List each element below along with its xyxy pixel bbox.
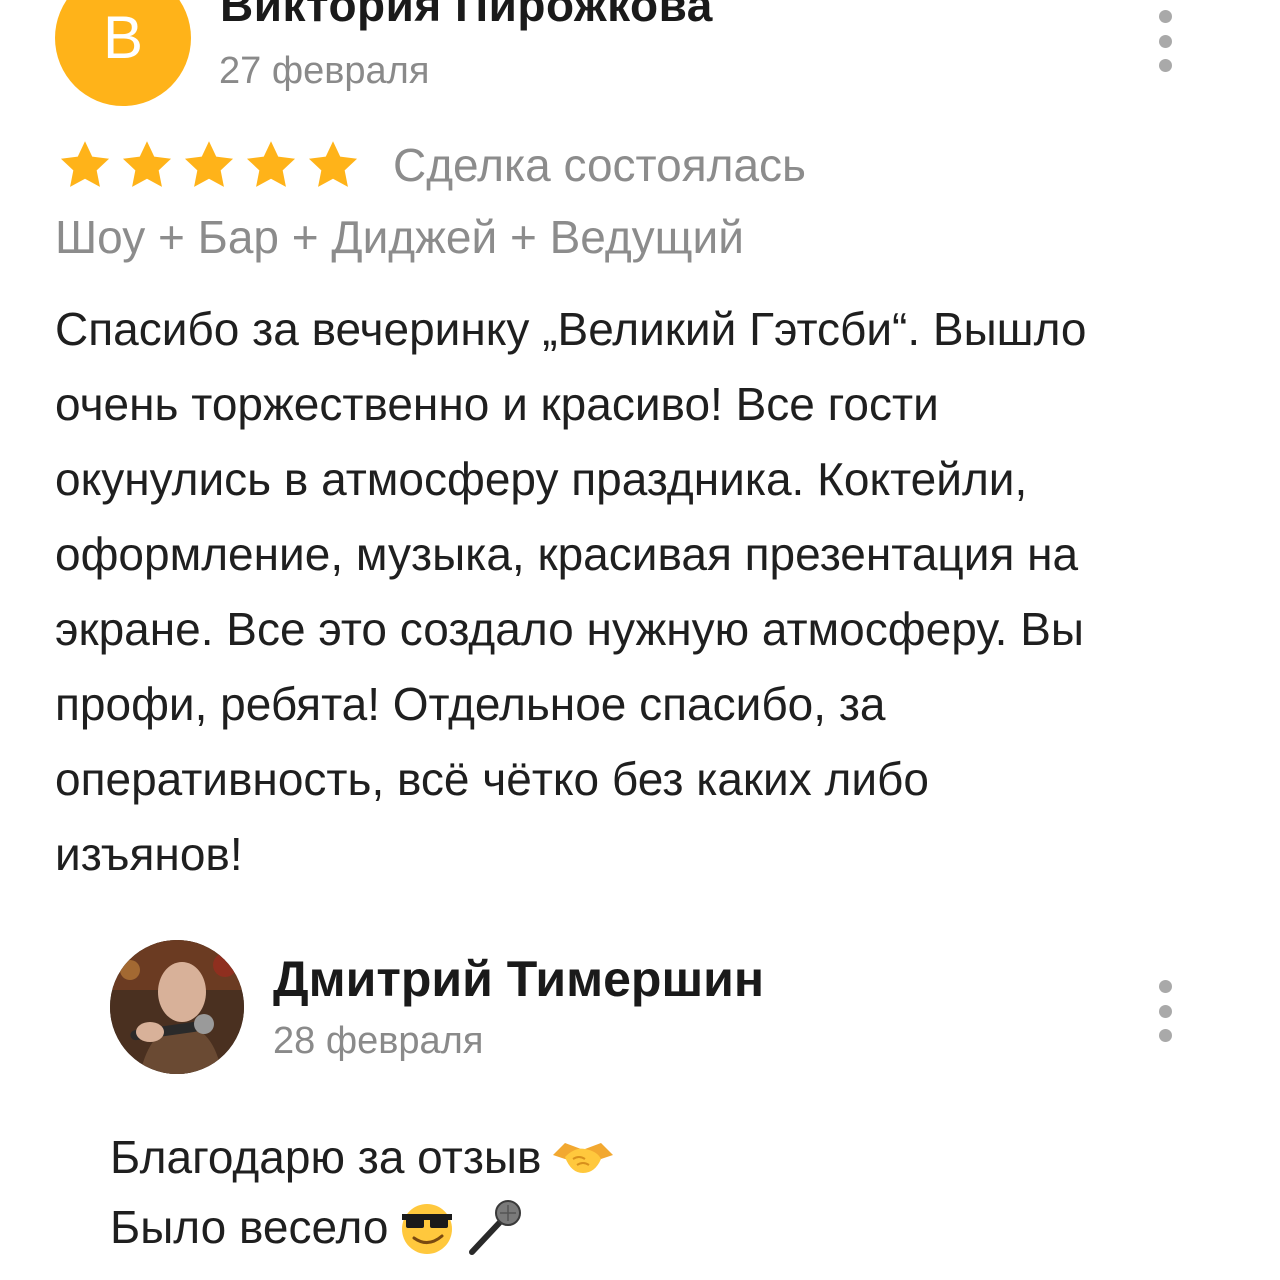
- deal-status: Сделка состоялась: [393, 139, 806, 191]
- reply-line-text: Благодарю за отзыв: [110, 1131, 542, 1183]
- rating-stars: [57, 137, 367, 193]
- star-icon: [57, 137, 117, 193]
- reply-author-name[interactable]: Дмитрий Тимершин: [273, 950, 764, 1008]
- reply-line-text: Было весело: [110, 1201, 389, 1253]
- service-description: Шоу + Бар + Диджей + Ведущий: [55, 211, 744, 263]
- author-name[interactable]: Виктория Пирожкова: [220, 0, 713, 32]
- more-options-icon[interactable]: [1145, 6, 1185, 76]
- rating-row: Сделка состоялась: [57, 135, 806, 195]
- sunglasses-smile-emoji-icon: [398, 1198, 456, 1256]
- star-icon: [181, 137, 241, 193]
- avatar-photo: [110, 940, 244, 1074]
- handshake-emoji-icon: [551, 1133, 615, 1181]
- reply-text: Благодарю за отзыв Было весело: [110, 1122, 615, 1262]
- review-text: Спасибо за вечеринку „Великий Гэтсби“. В…: [55, 303, 1087, 880]
- star-icon: [243, 137, 303, 193]
- star-icon: [305, 137, 365, 193]
- reply-line: Было весело: [110, 1192, 615, 1262]
- microphone-emoji-icon: [466, 1198, 524, 1256]
- reply-line: Благодарю за отзыв: [110, 1122, 615, 1192]
- reply-date: 28 февраля: [273, 1020, 484, 1062]
- reply-author-avatar[interactable]: [110, 940, 244, 1074]
- more-options-icon[interactable]: [1145, 976, 1185, 1046]
- star-icon: [119, 137, 179, 193]
- author-avatar[interactable]: В: [55, 0, 191, 106]
- review-date: 27 февраля: [219, 50, 430, 92]
